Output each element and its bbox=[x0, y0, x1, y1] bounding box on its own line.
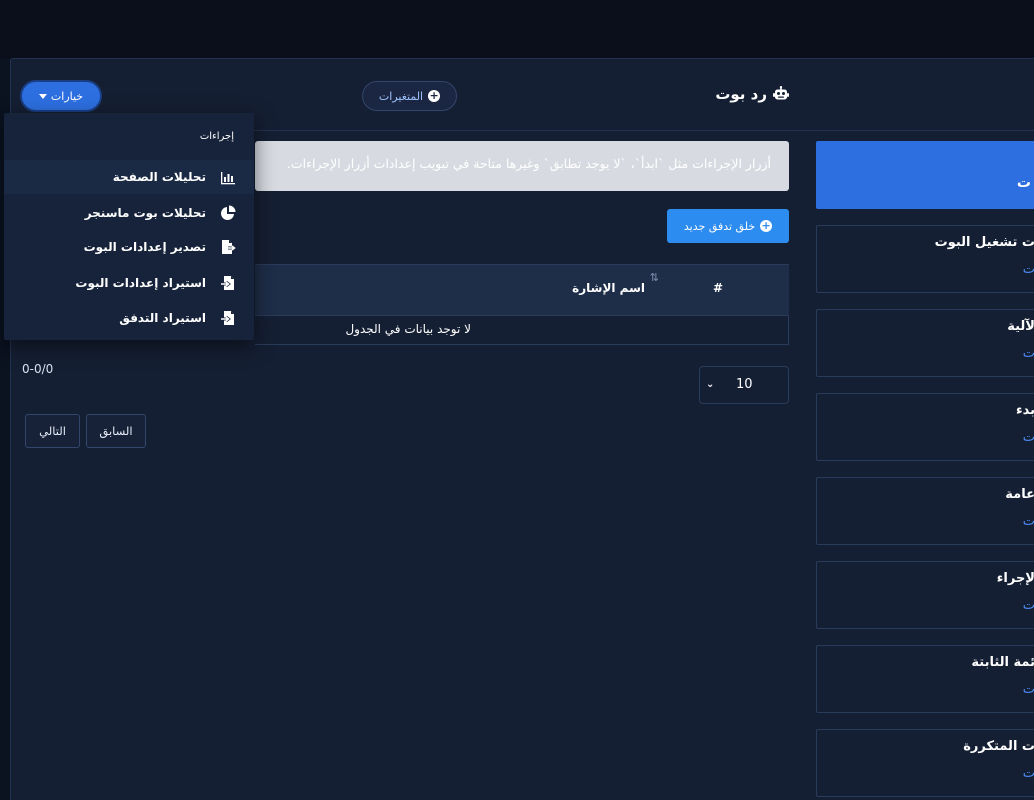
file-export-icon bbox=[222, 240, 236, 254]
menu-item-label: تصدير إعدادات البوت bbox=[83, 240, 206, 254]
create-flow-label: خلق تدفق جديد bbox=[683, 219, 756, 233]
options-label: خيارات bbox=[50, 89, 84, 103]
sort-icon[interactable]: ⇅ bbox=[650, 271, 659, 284]
dropdown-header: إجراءات bbox=[199, 131, 234, 142]
app-root: رد بوت + المتغيرات خيارات ت ت تشغيل البو… bbox=[0, 0, 1034, 800]
sidebar-card-title: لإجراء bbox=[996, 571, 1034, 586]
menu-item-import-settings[interactable]: استيراد إعدادات البوت bbox=[4, 266, 254, 300]
variables-label: المتغيرات bbox=[378, 89, 424, 103]
sidebar-card-link[interactable]: ت bbox=[1023, 598, 1034, 613]
sidebar-card-link[interactable]: ت bbox=[1023, 262, 1034, 277]
sidebar-card-persistent-menu[interactable]: ئمة الثابتة ت bbox=[816, 645, 1034, 713]
sidebar-item-active[interactable]: ت bbox=[816, 141, 1034, 209]
page-size-select[interactable]: 10 ⌄ bbox=[699, 366, 789, 404]
pagination-count: 0-0/0 bbox=[22, 362, 54, 376]
page-title-text: رد بوت bbox=[715, 85, 767, 103]
next-page-button[interactable]: التالي bbox=[25, 414, 80, 448]
info-alert: أزرار الإجراءات مثل `ابدأ`، `لا يوجد تطا… bbox=[255, 141, 789, 191]
plus-circle-icon: + bbox=[428, 89, 441, 102]
table-row: لا توجد بيانات في الجدول bbox=[255, 315, 789, 345]
table-header: # اسم الإشارة ⇅ bbox=[255, 265, 789, 315]
chevron-down-icon: ⌄ bbox=[706, 379, 715, 390]
empty-table-message: لا توجد بيانات في الجدول bbox=[345, 322, 471, 336]
sidebar-card-link[interactable]: ت bbox=[1023, 430, 1034, 445]
sidebar-card-link[interactable]: ت bbox=[1023, 346, 1034, 361]
menu-item-page-analytics[interactable]: تحليلات الصفحة bbox=[4, 160, 254, 194]
sidebar-card-start[interactable]: بدء ت bbox=[816, 393, 1034, 461]
sidebar-card-general[interactable]: عامة ت bbox=[816, 477, 1034, 545]
options-button[interactable]: خيارات bbox=[20, 80, 102, 112]
plus-circle-icon: + bbox=[760, 219, 773, 232]
sidebar-card-title: بدء bbox=[1015, 403, 1034, 418]
sidebar-card-link[interactable]: ت bbox=[1023, 514, 1034, 529]
pie-chart-icon bbox=[221, 205, 236, 220]
sidebar-card-automation[interactable]: لآلية ت bbox=[816, 309, 1034, 377]
file-import-icon bbox=[221, 311, 234, 325]
sidebar-card-action[interactable]: لإجراء ت bbox=[816, 561, 1034, 629]
sidebar-card-title: ت تشغيل البوت bbox=[934, 235, 1034, 250]
caret-down-icon bbox=[38, 93, 47, 99]
sidebar-card-title: عامة bbox=[1005, 487, 1034, 502]
create-flow-button[interactable]: + خلق تدفق جديد bbox=[667, 209, 789, 243]
menu-item-export-settings[interactable]: تصدير إعدادات البوت bbox=[4, 230, 254, 264]
menu-item-import-flow[interactable]: استيراد التدفق bbox=[4, 301, 254, 335]
bar-chart-icon bbox=[221, 172, 235, 185]
column-header-index[interactable]: # bbox=[713, 281, 723, 295]
flows-table: # اسم الإشارة ⇅ لا توجد بيانات في الجدول bbox=[255, 264, 789, 345]
sidebar-card-bot-start[interactable]: ت تشغيل البوت ت bbox=[816, 225, 1034, 293]
sidebar-card-link[interactable]: ت bbox=[1023, 682, 1034, 697]
page-size-value: 10 bbox=[736, 377, 753, 392]
sidebar-card-title: ئمة الثابتة bbox=[971, 655, 1034, 670]
previous-page-button[interactable]: السابق bbox=[86, 414, 146, 448]
info-alert-text: أزرار الإجراءات مثل `ابدأ`، `لا يوجد تطا… bbox=[286, 156, 771, 171]
column-header-name[interactable]: اسم الإشارة bbox=[572, 281, 645, 295]
top-bar bbox=[0, 0, 1034, 58]
sidebar-card-link[interactable]: ت bbox=[1023, 766, 1034, 781]
sidebar-card-title: لآلية bbox=[1007, 319, 1034, 334]
robot-icon bbox=[773, 86, 789, 100]
menu-item-label: استيراد إعدادات البوت bbox=[75, 276, 206, 290]
menu-item-messenger-analytics[interactable]: تحليلات بوت ماسنجر bbox=[4, 196, 254, 230]
sidebar-card-recurring[interactable]: ت المتكررة ت bbox=[816, 729, 1034, 797]
file-import-icon bbox=[221, 276, 234, 290]
options-dropdown-menu: إجراءات تحليلات الصفحة تحليلات بوت ماسنج… bbox=[4, 113, 254, 340]
menu-item-label: تحليلات بوت ماسنجر bbox=[84, 206, 206, 220]
menu-item-label: تحليلات الصفحة bbox=[112, 170, 206, 184]
sidebar-card-title: ت المتكررة bbox=[963, 739, 1034, 754]
variables-button[interactable]: + المتغيرات bbox=[362, 81, 457, 111]
page-title: رد بوت bbox=[715, 83, 789, 105]
sidebar-item-label: ت bbox=[1016, 175, 1031, 191]
menu-item-label: استيراد التدفق bbox=[119, 311, 206, 325]
